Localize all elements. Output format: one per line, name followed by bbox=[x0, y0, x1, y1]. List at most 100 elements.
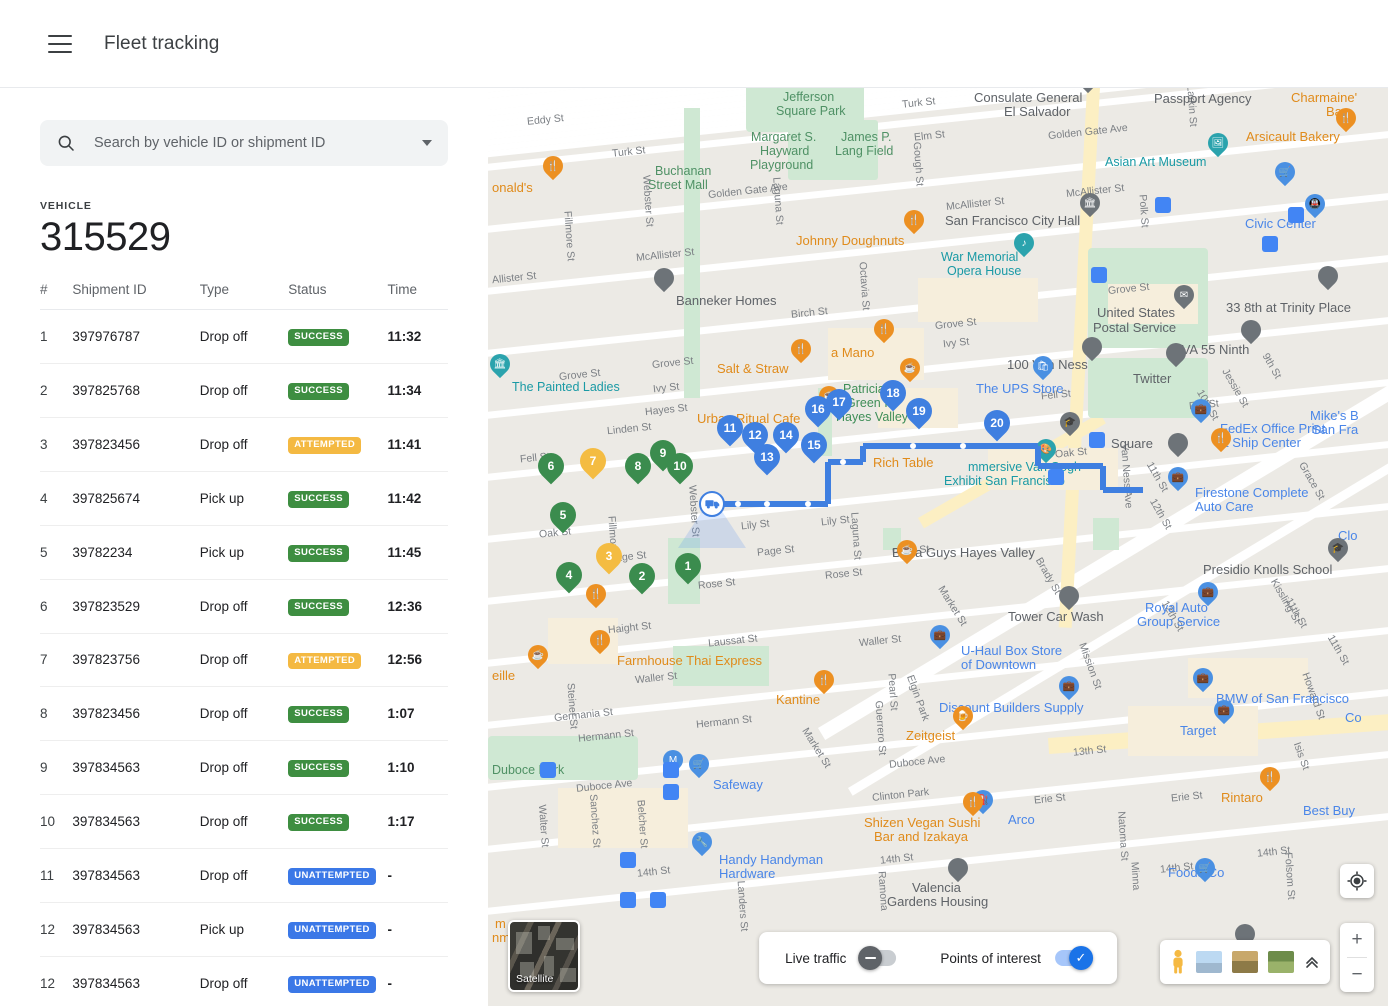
map-poi-pin[interactable] bbox=[948, 858, 968, 884]
map-poi-pin[interactable]: 💼 bbox=[1214, 700, 1234, 726]
layer-thumb-terrain[interactable] bbox=[1232, 951, 1258, 973]
map-poi-pin[interactable]: 🛍 bbox=[1033, 356, 1053, 382]
points-of-interest-toggle-row[interactable]: Points of interest ✓ bbox=[940, 950, 1091, 966]
stop-marker-5[interactable]: 5 bbox=[550, 502, 576, 536]
map-poi-label[interactable]: Mike's B bbox=[1310, 408, 1359, 423]
map-poi-label[interactable]: Banneker Homes bbox=[676, 293, 776, 308]
map-poi-label[interactable]: Tower Car Wash bbox=[1008, 609, 1104, 624]
map-amenity-icon[interactable] bbox=[620, 852, 636, 868]
hamburger-menu-icon[interactable] bbox=[48, 35, 72, 53]
map-poi-pin[interactable]: 🔧 bbox=[692, 832, 712, 858]
map-amenity-icon[interactable] bbox=[663, 762, 679, 778]
map-poi-pin[interactable]: 🍺 bbox=[953, 706, 973, 732]
map-poi-pin[interactable]: ♪ bbox=[1014, 233, 1034, 259]
map-poi-pin[interactable]: 🎓 bbox=[1060, 412, 1080, 438]
map-poi-pin[interactable] bbox=[654, 268, 674, 294]
map-poi-label[interactable]: The Painted Ladies bbox=[512, 380, 620, 394]
map-poi-pin[interactable]: ✉ bbox=[1174, 285, 1194, 311]
map-poi-label[interactable]: Rich Table bbox=[873, 455, 933, 470]
points-of-interest-switch[interactable]: ✓ bbox=[1055, 950, 1091, 966]
map-poi-label[interactable]: Rintaro bbox=[1221, 790, 1263, 805]
stop-marker-11[interactable]: 11 bbox=[717, 415, 743, 449]
map-poi-label[interactable]: m bbox=[495, 916, 506, 931]
stop-marker-19[interactable]: 19 bbox=[906, 398, 932, 432]
map-amenity-icon[interactable] bbox=[1089, 432, 1105, 448]
chevron-down-icon[interactable] bbox=[422, 140, 432, 146]
map-poi-label[interactable]: San Francisco City Hall bbox=[945, 213, 1080, 228]
stop-marker-8[interactable]: 8 bbox=[625, 453, 651, 487]
map-poi-pin[interactable] bbox=[1059, 586, 1079, 612]
table-row[interactable]: 3397823456Drop offATTEMPTED11:41 bbox=[40, 417, 448, 471]
table-row[interactable]: 11397834563Drop offUNATTEMPTED- bbox=[40, 849, 448, 903]
map-panel[interactable]: Eddy StTurk StTurk StElm StJeffersonSqua… bbox=[488, 88, 1388, 1006]
map-poi-pin[interactable]: 🏛 bbox=[1080, 193, 1100, 219]
stop-marker-14[interactable]: 14 bbox=[773, 422, 799, 456]
table-row[interactable]: 7397823756Drop offATTEMPTED12:56 bbox=[40, 633, 448, 687]
map-poi-label[interactable]: Group Service bbox=[1137, 614, 1220, 629]
map-poi-pin[interactable]: 🏛 bbox=[1078, 88, 1098, 95]
map-poi-pin[interactable] bbox=[1241, 320, 1261, 346]
map-poi-label[interactable]: Salt & Straw bbox=[717, 361, 789, 376]
map-poi-label[interactable]: Postal Service bbox=[1093, 320, 1176, 335]
map-poi-pin[interactable]: 🛒 bbox=[1195, 858, 1215, 884]
map-poi-pin[interactable]: 🍴 bbox=[586, 584, 606, 610]
search-input[interactable] bbox=[94, 135, 422, 151]
map-poi-label[interactable]: a Mano bbox=[831, 345, 874, 360]
map-canvas[interactable]: Eddy StTurk StTurk StElm StJeffersonSqua… bbox=[488, 88, 1388, 1006]
stop-marker-6[interactable]: 6 bbox=[538, 453, 564, 487]
map-amenity-icon[interactable] bbox=[663, 784, 679, 800]
layer-thumb-satellite[interactable] bbox=[1268, 951, 1294, 973]
map-poi-pin[interactable]: ☕ bbox=[897, 540, 917, 566]
layer-thumb-default[interactable] bbox=[1196, 951, 1222, 973]
map-poi-pin[interactable]: 🍴 bbox=[590, 630, 610, 656]
table-row[interactable]: 12397834563Drop offUNATTEMPTED- bbox=[40, 957, 448, 1006]
map-amenity-icon[interactable] bbox=[540, 762, 556, 778]
chevron-up-icon[interactable] bbox=[1304, 954, 1320, 970]
stop-marker-10[interactable]: 10 bbox=[667, 453, 693, 487]
table-row[interactable]: 6397823529Drop offSUCCESS12:36 bbox=[40, 579, 448, 633]
table-row[interactable]: 4397825674Pick upSUCCESS11:42 bbox=[40, 471, 448, 525]
stop-marker-18[interactable]: 18 bbox=[880, 380, 906, 414]
map-poi-label[interactable]: 33 8th at Trinity Place bbox=[1226, 300, 1351, 315]
map-poi-label[interactable]: Hardware bbox=[719, 866, 775, 881]
map-poi-label[interactable]: San Fra bbox=[1312, 422, 1358, 437]
map-poi-label[interactable]: Co bbox=[1345, 710, 1362, 725]
map-poi-pin[interactable] bbox=[1168, 433, 1188, 459]
stop-marker-20[interactable]: 20 bbox=[984, 410, 1010, 444]
map-poi-pin[interactable]: 💼 bbox=[1193, 668, 1213, 694]
table-row[interactable]: 1397976787Drop offSUCCESS11:32 bbox=[40, 310, 448, 364]
map-amenity-icon[interactable] bbox=[1155, 197, 1171, 213]
satellite-layer-toggle[interactable]: Satellite bbox=[508, 920, 580, 992]
stop-marker-4[interactable]: 4 bbox=[556, 562, 582, 596]
map-poi-label[interactable]: eille bbox=[492, 668, 515, 683]
search-bar[interactable] bbox=[40, 120, 448, 166]
map-poi-label[interactable]: Arsicault Bakery bbox=[1246, 129, 1340, 144]
map-poi-label[interactable]: FedEx Office Print bbox=[1220, 421, 1325, 436]
map-poi-pin[interactable] bbox=[1082, 337, 1102, 363]
table-row[interactable]: 12397834563Pick upUNATTEMPTED- bbox=[40, 903, 448, 957]
stop-marker-1[interactable]: 1 bbox=[675, 553, 701, 587]
stop-marker-2[interactable]: 2 bbox=[629, 563, 655, 597]
stop-marker-17[interactable]: 17 bbox=[826, 389, 852, 423]
map-poi-pin[interactable]: 🏛 bbox=[490, 354, 510, 380]
street-view-pegman-icon[interactable] bbox=[1170, 949, 1186, 975]
map-poi-label[interactable]: Safeway bbox=[713, 777, 763, 792]
map-poi-pin[interactable]: 🍴 bbox=[1260, 767, 1280, 793]
map-poi-label[interactable]: Best Buy bbox=[1303, 803, 1355, 818]
map-poi-pin[interactable]: 💼 bbox=[1198, 582, 1218, 608]
map-poi-label[interactable]: Johnny Doughnuts bbox=[796, 233, 904, 248]
map-poi-label[interactable]: Gardens Housing bbox=[887, 894, 988, 909]
truck-icon[interactable] bbox=[699, 491, 725, 517]
map-amenity-icon[interactable] bbox=[1288, 207, 1304, 223]
map-poi-label[interactable]: Charmaine' bbox=[1291, 90, 1357, 105]
zoom-controls[interactable]: + − bbox=[1340, 923, 1374, 992]
map-poi-label[interactable]: Handy Handyman bbox=[719, 852, 823, 867]
map-poi-label[interactable]: Arco bbox=[1008, 812, 1035, 827]
map-poi-label[interactable]: Firestone Complete bbox=[1195, 485, 1308, 500]
map-poi-label[interactable]: Farmhouse Thai Express bbox=[617, 653, 762, 668]
map-poi-label[interactable]: Consulate General bbox=[974, 90, 1082, 105]
map-poi-label[interactable]: United States bbox=[1097, 305, 1175, 320]
my-location-button[interactable] bbox=[1340, 864, 1374, 898]
map-poi-pin[interactable]: 🍴 bbox=[904, 210, 924, 236]
map-poi-pin[interactable]: 🛒 bbox=[1275, 162, 1295, 188]
